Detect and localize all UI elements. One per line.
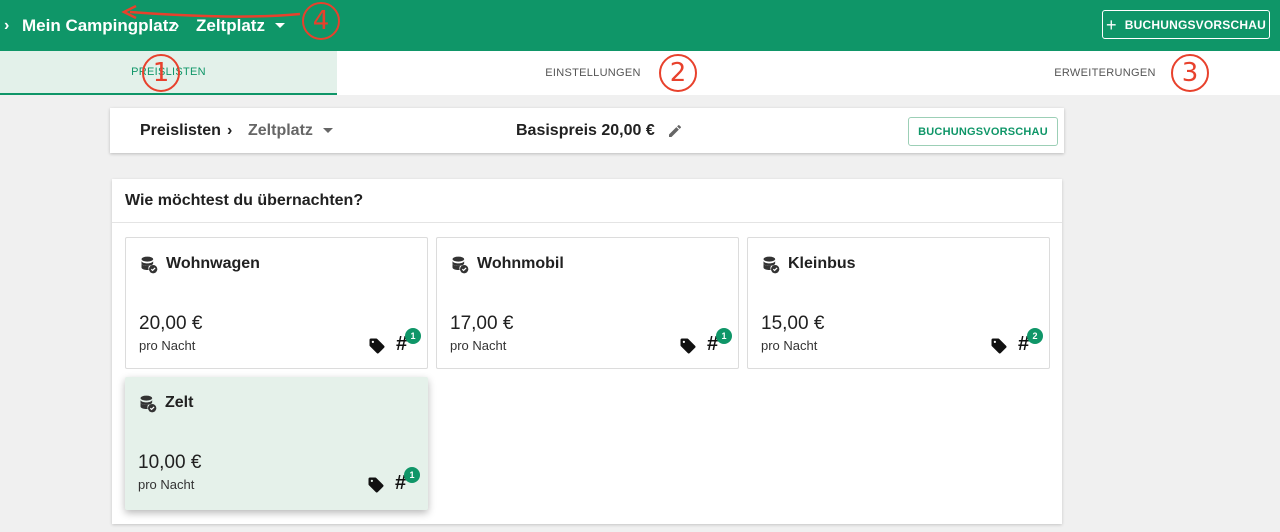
item-name: Kleinbus: [788, 255, 856, 272]
edit-pencil-icon[interactable]: [667, 108, 683, 153]
count-badge: 1: [405, 328, 421, 344]
annotation-marker-4: 4: [302, 2, 340, 40]
accommodation-card: Wie möchtest du übernachten? Wohnwagen 2…: [112, 179, 1062, 524]
pricelist-header: Preislisten › Zeltplatz Basispreis 20,00…: [110, 108, 1064, 153]
caret-down-icon: [322, 127, 333, 133]
booking-preview-label: BUCHUNGSVORSCHAU: [1124, 17, 1266, 32]
item-unit: pro Nacht: [139, 338, 196, 353]
price-item-zelt[interactable]: Zelt 10,00 € pro Nacht # 1: [125, 377, 428, 510]
coins-icon: [141, 256, 158, 274]
booking-preview-button-secondary[interactable]: BUCHUNGSVORSCHAU: [908, 117, 1058, 146]
item-name: Wohnmobil: [477, 255, 564, 272]
breadcrumb-toggle-icon[interactable]: ›: [4, 0, 9, 51]
item-price: 10,00 €: [138, 452, 202, 473]
item-name: Zelt: [165, 394, 194, 411]
item-name: Wohnwagen: [166, 255, 260, 272]
tab-bar: PREISLISTEN EINSTELLUNGEN ERWEITERUNGEN: [0, 51, 1280, 95]
tag-icon[interactable]: [368, 337, 386, 355]
coins-icon: [763, 256, 780, 274]
tag-icon[interactable]: [679, 337, 697, 355]
annotation-marker-2: 2: [659, 54, 697, 92]
price-item-kleinbus[interactable]: Kleinbus 15,00 € pro Nacht # 2: [747, 237, 1050, 369]
item-price: 15,00 €: [761, 313, 825, 334]
price-item-wohnmobil[interactable]: Wohnmobil 17,00 € pro Nacht # 1: [436, 237, 739, 369]
item-price: 17,00 €: [450, 313, 514, 334]
count-badge: 1: [404, 467, 420, 483]
base-price: Basispreis 20,00 €: [516, 121, 655, 139]
item-unit: pro Nacht: [761, 338, 818, 353]
pricelist-selector[interactable]: Zeltplatz: [248, 108, 333, 153]
booking-preview-button[interactable]: + BUCHUNGSVORSCHAU: [1102, 10, 1270, 39]
annotation-marker-3: 3: [1171, 54, 1209, 92]
caret-down-icon: [274, 22, 285, 28]
coins-icon: [452, 256, 469, 274]
tag-icon[interactable]: [367, 476, 385, 494]
item-unit: pro Nacht: [450, 338, 507, 353]
count-badge: 2: [1027, 328, 1043, 344]
annotation-arrow: [121, 4, 301, 20]
pricelist-selector-label: Zeltplatz: [248, 121, 313, 139]
coins-icon: [140, 395, 157, 413]
tab-label: EINSTELLUNGEN: [545, 67, 641, 79]
plus-icon: +: [1106, 14, 1117, 35]
count-badge: 1: [716, 328, 732, 344]
item-unit: pro Nacht: [138, 477, 195, 492]
section-title: Wie möchtest du übernachten?: [125, 192, 364, 209]
tag-icon[interactable]: [990, 337, 1008, 355]
annotation-marker-1: 1: [142, 54, 180, 92]
breadcrumb-pricelists[interactable]: Preislisten: [140, 108, 221, 153]
price-item-wohnwagen[interactable]: Wohnwagen 20,00 € pro Nacht # 1: [125, 237, 428, 369]
chevron-right-icon: ›: [227, 121, 233, 139]
item-price: 20,00 €: [139, 313, 203, 334]
divider: [112, 222, 1062, 223]
tab-label: ERWEITERUNGEN: [1054, 67, 1156, 79]
